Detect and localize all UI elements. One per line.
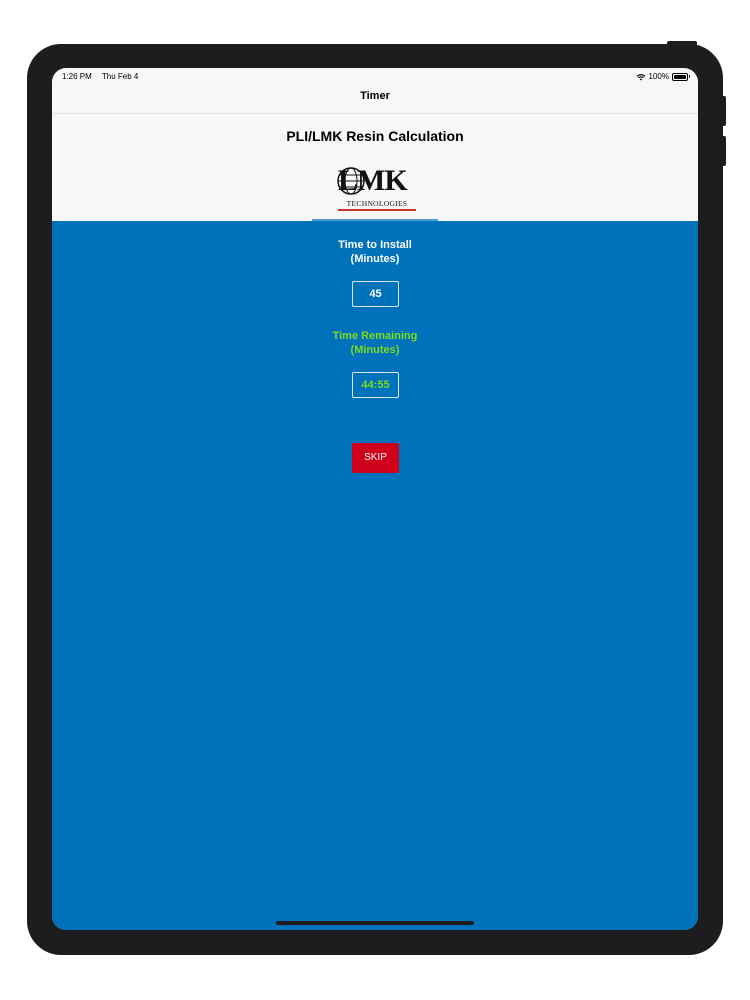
logo-text: LMK [338,164,408,197]
install-label-line1: Time to Install [338,239,412,251]
volume-up-button [722,96,726,126]
remaining-label-line1: Time Remaining [332,330,418,342]
remaining-label-line2: (Minutes) [350,344,400,356]
status-right: 100% [636,72,690,81]
remaining-time-field: 44:55 [352,372,399,398]
timer-panel: Time to Install (Minutes) 45 Time Remain… [52,221,698,930]
install-time-field[interactable]: 45 [352,281,399,307]
status-date: Thu Feb 4 [101,72,139,81]
install-label-line2: (Minutes) [350,253,400,265]
skip-button[interactable]: SKIP [352,443,399,473]
wifi-icon [636,73,645,80]
install-label: Time to Install (Minutes) [52,238,698,266]
status-time: 1:26 PM [62,72,92,81]
status-left: 1:26 PM Thu Feb 4 [62,72,146,81]
remaining-label: Time Remaining (Minutes) [52,329,698,357]
volume-down-button [722,136,726,166]
page-title: PLI/LMK Resin Calculation [286,128,464,144]
status-bar: 1:26 PM Thu Feb 4 100% [52,68,698,86]
logo-subtext: TECHNOLOGIES [346,199,408,208]
power-button [667,41,697,45]
battery-percent: 100% [648,72,669,81]
logo-underline [338,209,416,211]
header-area: PLI/LMK Resin Calculation LMK TECHNOLOGI… [52,114,698,220]
app-screen: 1:26 PM Thu Feb 4 100% Timer PLI/LMK Res… [52,68,698,930]
lmk-logo: LMK TECHNOLOGIES [334,166,418,214]
battery-icon [672,72,690,81]
home-indicator[interactable] [276,921,474,925]
nav-title: Timer [360,90,390,102]
